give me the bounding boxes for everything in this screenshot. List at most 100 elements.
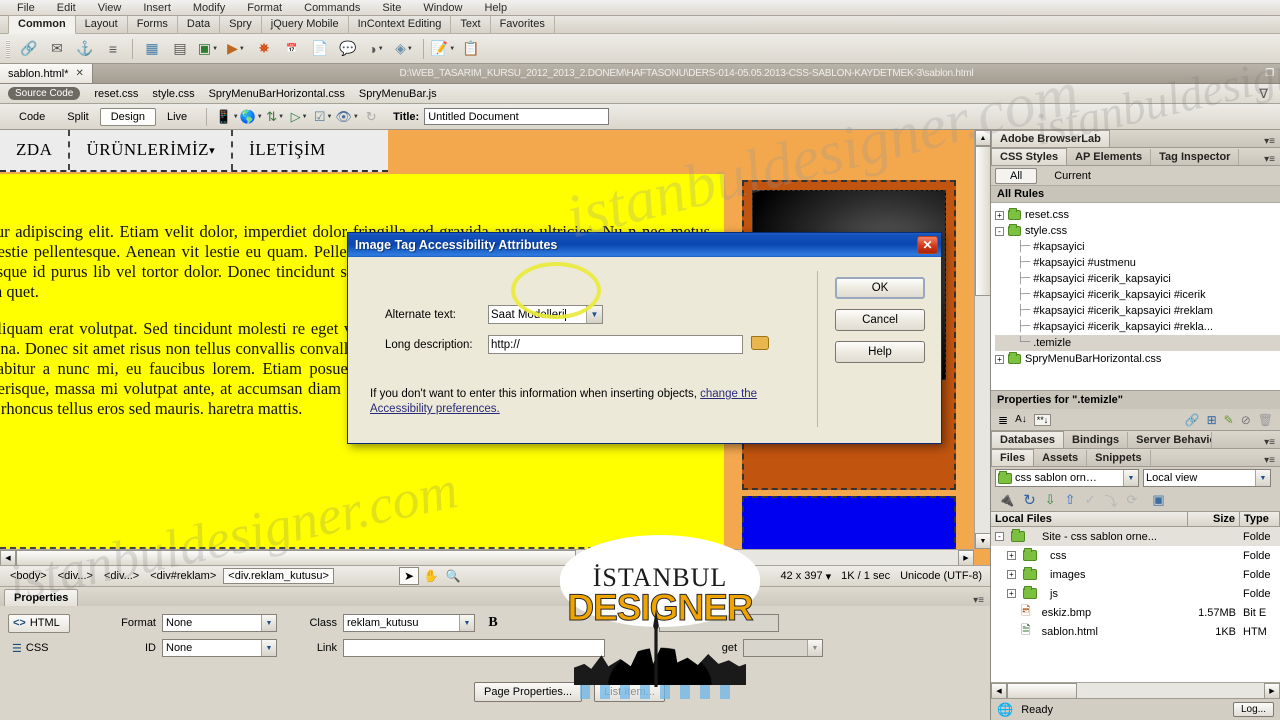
- scroll-left-icon[interactable]: ◀: [991, 683, 1007, 698]
- expander-icon[interactable]: -: [995, 226, 1004, 236]
- script-icon[interactable]: ◈ ▼: [391, 37, 417, 61]
- tab-databases[interactable]: Databases: [991, 431, 1065, 448]
- image-tag-accessibility-dialog[interactable]: Image Tag Accessibility Attributes ✕ Alt…: [347, 232, 942, 444]
- view-live-button[interactable]: Live: [156, 108, 198, 126]
- image-icon[interactable]: ▣ ▼: [195, 37, 221, 61]
- menu-commands[interactable]: Commands: [293, 0, 371, 16]
- title-input[interactable]: [659, 614, 779, 632]
- page-properties-button[interactable]: Page Properties...: [474, 682, 583, 702]
- synchronize-icon[interactable]: ⟳: [1127, 492, 1138, 508]
- nav-item-iletisim[interactable]: İLETİŞİM: [233, 130, 342, 170]
- scroll-right-icon[interactable]: ▶: [1264, 683, 1280, 698]
- menu-modify[interactable]: Modify: [182, 0, 236, 16]
- tab-snippets[interactable]: Snippets: [1087, 450, 1151, 466]
- css-rule-icerik[interactable]: ├─ #kapsayici #icerik_kapsayici #icerik: [995, 287, 1280, 303]
- insert-tab-data[interactable]: Data: [178, 16, 221, 33]
- templates-icon[interactable]: 📝 ▼: [430, 37, 456, 61]
- related-file-sprymenubarhorizontal-css[interactable]: SpryMenuBarHorizontal.css: [209, 88, 345, 100]
- menu-help[interactable]: Help: [473, 0, 518, 16]
- list-view-icon[interactable]: A↓: [1015, 414, 1027, 425]
- head-tags-icon[interactable]: ◑ ▼: [363, 37, 389, 61]
- insert-tab-forms[interactable]: Forms: [128, 16, 178, 33]
- link-input[interactable]: [343, 639, 605, 657]
- css-mode-button[interactable]: ☰ CSS: [8, 639, 70, 658]
- tag-div-2[interactable]: <div...>: [100, 569, 143, 583]
- menu-view[interactable]: View: [87, 0, 133, 16]
- window-size-value[interactable]: 42 x 397: [780, 570, 822, 582]
- visual-aids-icon[interactable]: 👁 ▼: [335, 106, 359, 128]
- css-rule-reset[interactable]: + reset.css: [995, 207, 1280, 223]
- document-title-input[interactable]: [424, 108, 610, 125]
- window-size-caret-icon[interactable]: ▾: [826, 570, 832, 583]
- tab-ap-elements[interactable]: AP Elements: [1067, 149, 1152, 165]
- log-button[interactable]: Log...: [1232, 702, 1274, 717]
- tab-files[interactable]: Files: [991, 449, 1035, 466]
- site-select[interactable]: css sablon orn… ▼: [995, 469, 1139, 487]
- canvas-horizontal-scrollbar[interactable]: ◀ ▶: [0, 549, 974, 565]
- expander-icon[interactable]: +: [1007, 551, 1016, 560]
- cancel-button[interactable]: Cancel: [835, 309, 925, 331]
- put-files-icon[interactable]: ⇧: [1065, 492, 1076, 508]
- expander-icon[interactable]: +: [995, 354, 1004, 364]
- vertical-scroll-thumb[interactable]: [975, 146, 990, 296]
- insert-tab-common[interactable]: Common: [8, 15, 76, 34]
- widget-icon[interactable]: ✸: [251, 37, 277, 61]
- menu-site[interactable]: Site: [371, 0, 412, 16]
- css-rule-ustmenu[interactable]: ├─ #kapsayici #ustmenu: [995, 255, 1280, 271]
- reklam-blue-block[interactable]: [742, 496, 956, 549]
- close-icon[interactable]: ✕: [76, 68, 84, 79]
- comment-icon[interactable]: 💬: [335, 37, 361, 61]
- insert-tab-incontext-editing[interactable]: InContext Editing: [349, 16, 452, 33]
- check-in-icon[interactable]: ⤵: [1104, 491, 1117, 510]
- tab-assets[interactable]: Assets: [1034, 450, 1088, 466]
- category-view-icon[interactable]: ≣: [998, 413, 1008, 427]
- related-file-style-css[interactable]: style.css: [152, 88, 194, 100]
- insert-tab-layout[interactable]: Layout: [76, 16, 128, 33]
- panel-menu-icon[interactable]: ▾≡: [1264, 154, 1280, 165]
- panel-menu-icon[interactable]: ▾≡: [1264, 437, 1280, 448]
- long-description-input[interactable]: http://: [488, 335, 743, 354]
- canvas-vertical-scrollbar[interactable]: ▲ ▼: [974, 130, 990, 549]
- files-horizontal-scrollbar[interactable]: ◀ ▶: [991, 682, 1280, 698]
- view-split-button[interactable]: Split: [56, 108, 99, 126]
- nav-item-hakkimizda[interactable]: ZDA: [0, 130, 71, 170]
- insert-tab-spry[interactable]: Spry: [220, 16, 262, 33]
- list-item-button[interactable]: List Item...: [594, 682, 665, 702]
- tag-body[interactable]: <body>: [6, 569, 51, 583]
- check-out-icon[interactable]: ✓: [1085, 492, 1096, 508]
- list-item[interactable]: 🖻 eskiz.bmp 1.57MB Bit E: [991, 603, 1280, 622]
- id-select[interactable]: None ▼: [162, 639, 277, 657]
- tag-div-reklam-kutusu[interactable]: <div.reklam_kutusu>: [223, 568, 334, 584]
- insert-tab-favorites[interactable]: Favorites: [491, 16, 555, 33]
- list-item[interactable]: 🗎 sablon.html 1KB HTM: [991, 622, 1280, 641]
- hyperlink-icon[interactable]: 🔗: [16, 37, 42, 61]
- tag-chooser-icon[interactable]: 📋: [458, 37, 484, 61]
- tab-adobe-browserlab[interactable]: Adobe BrowserLab: [991, 130, 1110, 147]
- named-anchor-icon[interactable]: ⚓: [72, 37, 98, 61]
- disable-property-icon[interactable]: ⊘: [1241, 413, 1251, 427]
- date-icon[interactable]: 📅: [279, 37, 305, 61]
- scroll-right-icon[interactable]: ▶: [958, 550, 974, 565]
- panel-menu-icon[interactable]: ▾≡: [1264, 455, 1280, 466]
- expander-icon[interactable]: +: [1007, 570, 1016, 579]
- refresh-icon[interactable]: ↻: [359, 106, 383, 128]
- restore-window-icon[interactable]: ❐: [1265, 68, 1274, 79]
- related-file-sprymenubar-js[interactable]: SpryMenuBar.js: [359, 88, 437, 100]
- tab-bindings[interactable]: Bindings: [1064, 432, 1129, 448]
- panel-menu-icon[interactable]: ▾≡: [1264, 136, 1280, 147]
- expander-icon[interactable]: +: [995, 210, 1004, 220]
- format-select[interactable]: None ▼: [162, 614, 277, 632]
- refresh-icon[interactable]: ↻: [1023, 491, 1036, 509]
- insert-div-tag-icon[interactable]: ▤: [167, 37, 193, 61]
- preview-in-browser-icon[interactable]: 🌎 ▼: [239, 106, 263, 128]
- menu-insert[interactable]: Insert: [132, 0, 182, 16]
- scroll-left-icon[interactable]: ◀: [0, 550, 16, 565]
- table-icon[interactable]: ▦: [139, 37, 165, 61]
- edit-rule-icon[interactable]: ✎: [1224, 413, 1234, 427]
- help-button[interactable]: Help: [835, 341, 925, 363]
- html-mode-button[interactable]: <> HTML: [8, 613, 70, 633]
- css-rule-kapsayici[interactable]: ├─ #kapsayici: [995, 239, 1280, 255]
- related-file-source-code[interactable]: Source Code: [8, 87, 81, 100]
- class-select[interactable]: reklam_kutusu ▼: [343, 614, 475, 632]
- list-item[interactable]: - Site - css sablon orne... Folde: [991, 527, 1280, 546]
